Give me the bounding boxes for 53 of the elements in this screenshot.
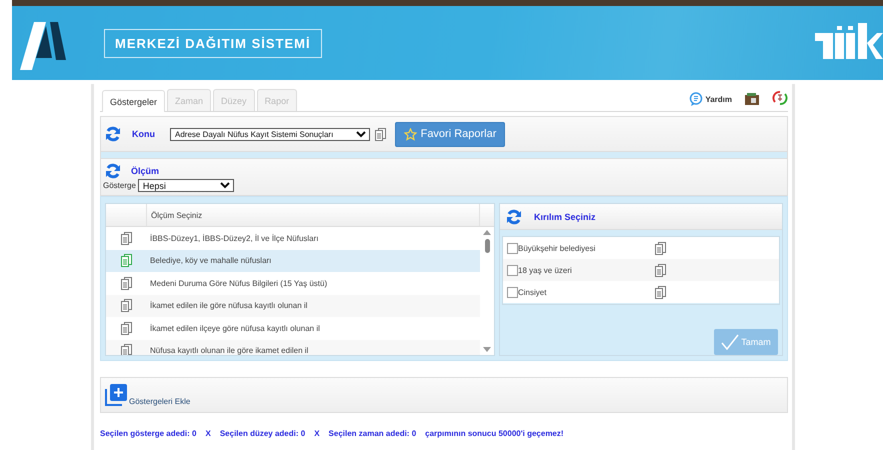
document-icon	[655, 286, 666, 298]
checkmark-icon	[721, 334, 740, 350]
status-text: çarpımının sonucu 50000'i geçemez!	[425, 429, 564, 438]
refresh-icon	[105, 126, 121, 142]
row-label: Belediye, köy ve mahalle nüfusları	[149, 256, 272, 266]
row-label: İBBS-Düzey1, İBBS-Düzey2, İl ve İlçe Nüfusları	[149, 234, 319, 243]
checkbox[interactable]	[507, 286, 518, 298]
indicator-dropdown[interactable]: Hepsi	[138, 179, 234, 192]
column-header: Ölçüm Seçiniz	[150, 210, 204, 220]
circular-arrows-icon	[772, 90, 788, 106]
list-row[interactable]: İkamet edilen ilçeye göre nüfusa kayıtlı olunan il	[106, 317, 480, 340]
document-icon	[120, 322, 132, 335]
help-link[interactable]: Yardım	[705, 94, 732, 104]
list-row[interactable]: Belediye, köy ve mahalle nüfusları	[106, 250, 480, 272]
checkbox[interactable]	[507, 264, 518, 276]
checkbox-label: 18 yaş ve üzeri	[518, 266, 573, 274]
tab[interactable]: Göstergeler	[102, 90, 166, 112]
document-icon	[120, 232, 132, 245]
document-icon	[120, 276, 132, 290]
refresh-icon	[105, 163, 121, 179]
panel-title: Kırılım Seçiniz	[534, 212, 596, 222]
document-icon	[655, 242, 666, 254]
filter-label: Gösterge	[103, 181, 136, 190]
star-icon	[404, 128, 417, 140]
status-text: Seçilen zaman adedi: 0	[328, 429, 416, 438]
copy-icon	[375, 128, 386, 140]
checkbox[interactable]	[507, 242, 518, 254]
document-icon	[120, 254, 132, 268]
add-icon	[105, 384, 127, 406]
status-text: Seçilen düzey adedi: 0	[220, 429, 306, 438]
row-label: İkamet edilen ile göre nüfusa kayıtlı olunan il	[149, 301, 308, 310]
document-icon	[120, 299, 132, 312]
refresh-icon	[506, 208, 522, 224]
section-label: Ölçüm	[131, 166, 160, 176]
row-label: Nüfusa kayıtlı olunan ile göre ikamet edilen il	[149, 346, 308, 355]
list-row[interactable]: İBBS-Düzey1, İBBS-Düzey2, İl ve İlçe Nüfusları	[106, 227, 480, 250]
site-title: MERKEZİ DAĞITIM SİSTEMİ	[104, 28, 322, 58]
topic-dropdown[interactable]: Adrese Dayalı Nüfus Kayıt Sistemi Sonuçları	[170, 128, 370, 140]
status-text: Seçilen gösterge adedi: 0	[100, 429, 196, 438]
status-text: X	[314, 429, 320, 438]
checkbox-label: Cinsiyet	[518, 288, 548, 296]
wallet-icon	[744, 92, 760, 106]
list-row[interactable]: İkamet edilen ile göre nüfusa kayıtlı olunan il	[106, 294, 480, 317]
add-indicators-button[interactable]: Göstergeleri Ekle	[105, 384, 190, 406]
row-label: Medeni Duruma Göre Nüfus Bilgileri (15 Yaş üstü)	[149, 278, 328, 288]
speech-bubble-icon	[689, 92, 704, 106]
row-label: İkamet edilen ilçeye göre nüfusa kayıtlı olunan il	[149, 324, 320, 333]
section-label: Konu	[132, 129, 155, 139]
list-row[interactable]: Nüfusa kayıtlı olunan ile göre ikamet edilen il	[106, 340, 480, 355]
checkbox-label: Büyükşehir belediyesi	[518, 244, 596, 252]
document-icon	[655, 264, 666, 276]
status-text: X	[205, 429, 211, 438]
list-row[interactable]: Medeni Duruma Göre Nüfus Bilgileri (15 Yaş üstü)	[106, 272, 480, 294]
